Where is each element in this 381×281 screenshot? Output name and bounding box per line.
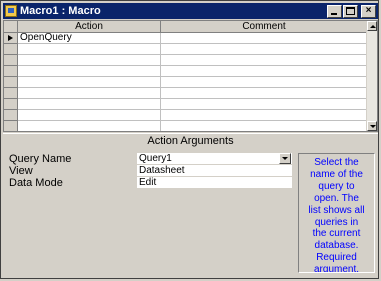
argument-label: View	[9, 165, 33, 177]
window-title: Macro1 : Macro	[20, 5, 101, 17]
comment-cell[interactable]	[161, 55, 368, 66]
row-selector[interactable]	[4, 66, 18, 77]
maximize-button[interactable]	[343, 4, 358, 18]
comment-cell[interactable]	[161, 33, 368, 44]
action-cell[interactable]	[18, 121, 161, 131]
argument-value-field[interactable]: Datasheet	[137, 165, 292, 177]
title-bar[interactable]: Macro1 : Macro ×	[3, 3, 378, 19]
action-arguments-header: Action Arguments	[3, 133, 378, 147]
action-arguments-panel: Query Name Query1 View Datasheet Data Mode Ed…	[3, 147, 378, 278]
row-selector[interactable]	[4, 77, 18, 88]
macro-icon	[5, 5, 17, 17]
action-cell[interactable]	[18, 110, 161, 121]
column-header-comment[interactable]: Comment	[161, 21, 368, 33]
comment-cell[interactable]	[161, 88, 368, 99]
maximize-icon	[346, 6, 355, 15]
scroll-down-arrow-icon[interactable]	[367, 121, 377, 131]
row-selector[interactable]	[4, 44, 18, 55]
row-selector[interactable]	[4, 55, 18, 66]
row-selector[interactable]	[4, 110, 18, 121]
row-selector-current[interactable]	[4, 33, 18, 44]
argument-value-field[interactable]: Query1	[137, 153, 292, 165]
action-cell[interactable]	[18, 44, 161, 55]
action-cell[interactable]	[18, 55, 161, 66]
vertical-scrollbar[interactable]	[366, 21, 377, 131]
close-button[interactable]: ×	[361, 4, 376, 18]
comment-cell[interactable]	[161, 110, 368, 121]
macro-window: Macro1 : Macro × Action Comment OpenQuer…	[0, 0, 379, 279]
comment-cell[interactable]	[161, 66, 368, 77]
comment-cell[interactable]	[161, 44, 368, 55]
action-cell[interactable]	[18, 77, 161, 88]
argument-label: Data Mode	[9, 177, 63, 189]
argument-value-field[interactable]: Edit	[137, 177, 292, 189]
comment-cell[interactable]	[161, 77, 368, 88]
action-cell[interactable]: OpenQuery	[18, 33, 161, 44]
comment-cell[interactable]	[161, 99, 368, 110]
grid-corner[interactable]	[4, 21, 18, 33]
action-cell[interactable]	[18, 88, 161, 99]
argument-label: Query Name	[9, 153, 72, 165]
row-selector[interactable]	[4, 99, 18, 110]
scroll-up-arrow-icon[interactable]	[367, 21, 377, 31]
action-cell[interactable]	[18, 99, 161, 110]
minimize-button[interactable]	[327, 4, 342, 18]
macro-design-grid: Action Comment OpenQuery	[3, 20, 378, 132]
dropdown-arrow-icon[interactable]	[279, 153, 291, 164]
minimize-icon	[331, 12, 337, 15]
comment-cell[interactable]	[161, 121, 368, 131]
column-header-action[interactable]: Action	[18, 21, 161, 33]
row-selector[interactable]	[4, 88, 18, 99]
argument-help-text: Select the name of the query to open. Th…	[298, 153, 375, 273]
row-selector[interactable]	[4, 121, 18, 131]
action-cell[interactable]	[18, 66, 161, 77]
